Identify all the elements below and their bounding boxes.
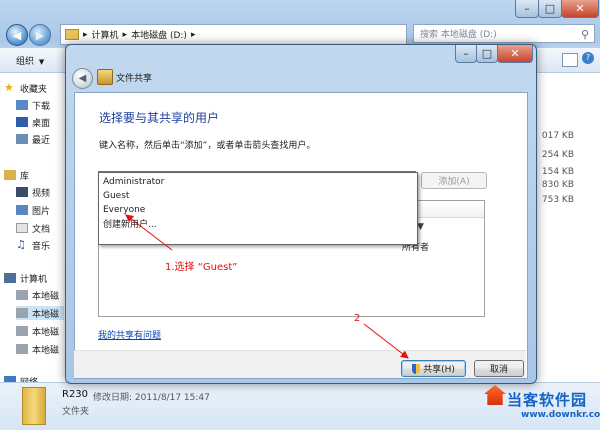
annotation-arrows (125, 214, 409, 359)
annotation-arrow-2 (363, 323, 409, 359)
annotation-step1: 1.选择 “Guest” (165, 262, 238, 273)
watermark-brand: 当客软件园 (507, 391, 588, 409)
watermark-url: www.downkr.com (521, 410, 600, 420)
annotation-step2: 2 (354, 313, 361, 324)
annotation-arrow-1 (125, 214, 173, 251)
